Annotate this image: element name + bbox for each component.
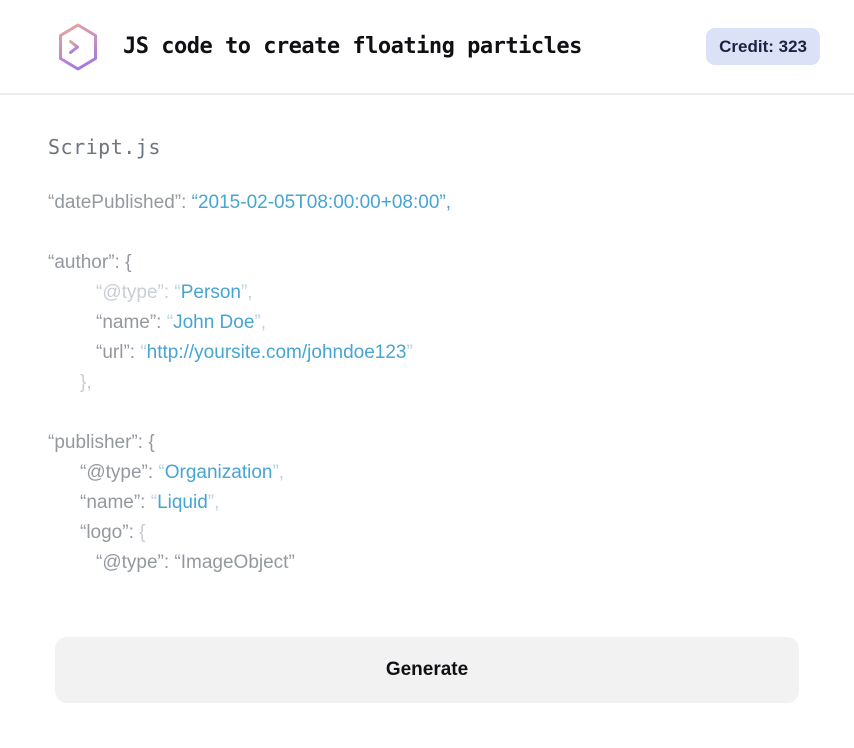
code-line: “name”: “Liquid”, bbox=[48, 488, 806, 518]
credit-badge: Credit: 323 bbox=[706, 28, 820, 65]
code-segment: “@type”: “ImageObject” bbox=[96, 552, 295, 573]
code-line: “publisher”: { bbox=[48, 428, 806, 458]
code-segment: http://yoursite.com/johndoe123 bbox=[146, 342, 407, 363]
code-block: “datePublished”: “2015-02-05T08:00:00+08… bbox=[48, 188, 806, 578]
code-segment: ”, bbox=[272, 462, 285, 483]
code-segment: “url”: bbox=[96, 342, 141, 363]
footer: Generate bbox=[0, 637, 854, 703]
code-segment: Organization bbox=[164, 462, 273, 483]
code-segment: }, bbox=[80, 372, 92, 393]
code-segment: “publisher”: { bbox=[48, 432, 155, 453]
code-segment: ”, bbox=[207, 492, 220, 513]
code-panel: Script.js “datePublished”: “2015-02-05T0… bbox=[0, 135, 854, 578]
code-segment: “name”: bbox=[80, 492, 151, 513]
code-segment: “@type”: bbox=[80, 462, 159, 483]
code-segment: Person bbox=[180, 282, 241, 303]
page-title: JS code to create floating particles bbox=[123, 34, 582, 59]
code-segment: “name”: bbox=[96, 312, 167, 333]
generate-button[interactable]: Generate bbox=[55, 637, 799, 703]
code-segment: ” bbox=[406, 342, 413, 363]
code-line: “@type”: “ImageObject” bbox=[48, 548, 806, 578]
code-segment: Liquid bbox=[157, 492, 208, 513]
code-segment: “datePublished”: bbox=[48, 192, 192, 213]
prompt-chevron-icon bbox=[69, 39, 79, 54]
code-line: “datePublished”: “2015-02-05T08:00:00+08… bbox=[48, 188, 806, 218]
code-segment: { bbox=[139, 522, 146, 543]
code-line: “logo”: { bbox=[48, 518, 806, 548]
code-filename: Script.js bbox=[48, 135, 161, 159]
terminal-prompt-hexagon-icon bbox=[59, 23, 97, 70]
code-segment: ”, bbox=[254, 312, 267, 333]
code-segment: “2015-02-05T08:00:00+08:00”, bbox=[191, 192, 451, 213]
code-line: “@type”: “Person”, bbox=[48, 278, 806, 308]
code-segment: John Doe bbox=[173, 312, 255, 333]
code-line: “author”: { bbox=[48, 248, 806, 278]
code-segment: “@type”: bbox=[96, 282, 175, 303]
code-segment: “author”: { bbox=[48, 252, 132, 273]
code-line: “name”: “John Doe”, bbox=[48, 308, 806, 338]
code-segment: “logo”: bbox=[80, 522, 140, 543]
header: JS code to create floating particles Cre… bbox=[0, 0, 854, 95]
code-line: “@type”: “Organization”, bbox=[48, 458, 806, 488]
code-segment: ”, bbox=[240, 282, 253, 303]
code-line: }, bbox=[48, 368, 806, 398]
code-line: “url”: “http://yoursite.com/johndoe123” bbox=[48, 338, 806, 368]
